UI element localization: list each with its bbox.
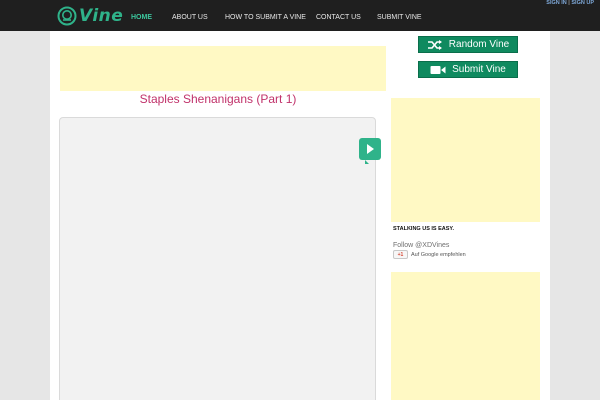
vine-play-badge[interactable]	[359, 138, 381, 160]
submit-vine-label: Submit Vine	[452, 64, 506, 75]
nav-contact-us[interactable]: CONTACT US	[316, 14, 361, 21]
nav-submit-vine[interactable]: SUBMIT VINE	[377, 14, 422, 21]
vine-logo-icon	[57, 6, 77, 26]
post-title[interactable]: Staples Shenanigans (Part 1)	[60, 92, 376, 106]
random-vine-label: Random Vine	[448, 39, 510, 50]
random-vine-button[interactable]: Random Vine	[418, 36, 518, 53]
video-player[interactable]	[59, 117, 376, 400]
video-camera-icon	[430, 65, 446, 74]
sidebar-ad-1[interactable]	[391, 98, 540, 222]
sign-in-link[interactable]: SIGN IN	[546, 0, 566, 6]
nav-how-to-submit[interactable]: HOW TO SUBMIT A VINE	[225, 14, 306, 21]
site-logo[interactable]: Vine	[57, 6, 123, 26]
google-plus-icon[interactable]: +1	[393, 250, 408, 259]
top-ad-banner[interactable]	[60, 46, 386, 91]
stalking-heading: STALKING US IS EASY.	[393, 226, 455, 232]
submit-vine-button[interactable]: Submit Vine	[418, 61, 518, 78]
play-icon	[367, 144, 374, 154]
gplus-text: Auf Google empfehlen	[411, 251, 466, 258]
top-navigation-bar: Vine HOME ABOUT US HOW TO SUBMIT A VINE …	[0, 0, 600, 31]
logo-text: Vine	[79, 6, 124, 26]
sign-up-link[interactable]: SIGN UP	[571, 0, 594, 6]
auth-links: SIGN IN | SIGN UP	[546, 0, 594, 6]
twitter-follow-link[interactable]: Follow @XDVines	[393, 242, 449, 249]
gplus-button-label: +1	[397, 251, 404, 258]
nav-home[interactable]: HOME	[131, 14, 152, 21]
shuffle-icon	[427, 39, 442, 50]
sidebar-ad-2[interactable]	[391, 272, 540, 400]
auth-separator: |	[568, 0, 570, 6]
google-plus-widget: +1 Auf Google empfehlen	[393, 250, 466, 259]
nav-about-us[interactable]: ABOUT US	[172, 14, 208, 21]
